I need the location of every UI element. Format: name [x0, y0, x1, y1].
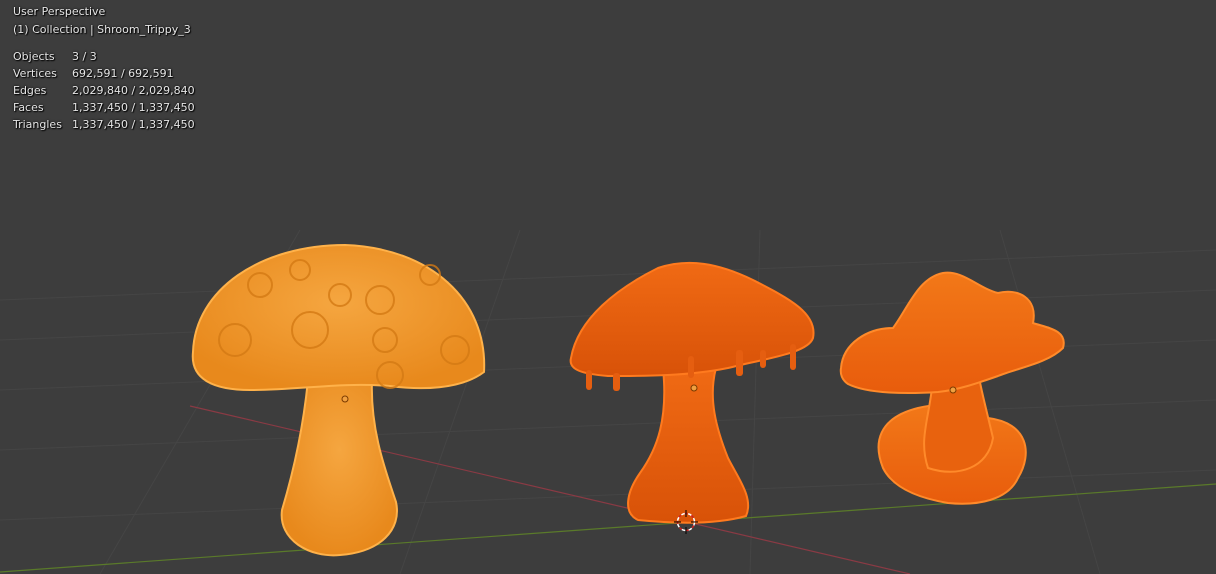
stat-value: 1,337,450 / 1,337,450: [72, 101, 195, 114]
stat-value: 2,029,840 / 2,029,840: [72, 84, 195, 97]
origin-dot: [341, 395, 349, 403]
stat-label: Faces: [13, 101, 44, 114]
shroom-trippy[interactable]: [838, 268, 1070, 510]
stat-label: Edges: [13, 84, 47, 97]
shroom-drippy[interactable]: [568, 258, 820, 526]
stat-value: 3 / 3: [72, 50, 97, 63]
stat-label: Triangles: [13, 118, 62, 131]
stat-row-vertices: Vertices 692,591 / 692,591: [13, 65, 195, 82]
origin-dot: [690, 384, 698, 392]
stat-row-faces: Faces 1,337,450 / 1,337,450: [13, 99, 195, 116]
stat-value: 1,337,450 / 1,337,450: [72, 118, 195, 131]
3d-viewport[interactable]: User Perspective (1) Collection | Shroom…: [0, 0, 1216, 574]
stat-row-objects: Objects 3 / 3: [13, 48, 195, 65]
shroom-round-cap[interactable]: [190, 240, 490, 560]
scene-statistics: Objects 3 / 3 Vertices 692,591 / 692,591…: [13, 48, 195, 133]
origin-dot: [949, 386, 957, 394]
stat-label: Vertices: [13, 67, 57, 80]
stat-row-triangles: Triangles 1,337,450 / 1,337,450: [13, 116, 195, 133]
view-perspective-label: User Perspective: [13, 5, 106, 18]
stat-value: 692,591 / 692,591: [72, 67, 174, 80]
3d-cursor-icon[interactable]: [674, 510, 698, 534]
stat-label: Objects: [13, 50, 55, 63]
active-collection-label: (1) Collection | Shroom_Trippy_3: [13, 23, 191, 36]
stat-row-edges: Edges 2,029,840 / 2,029,840: [13, 82, 195, 99]
